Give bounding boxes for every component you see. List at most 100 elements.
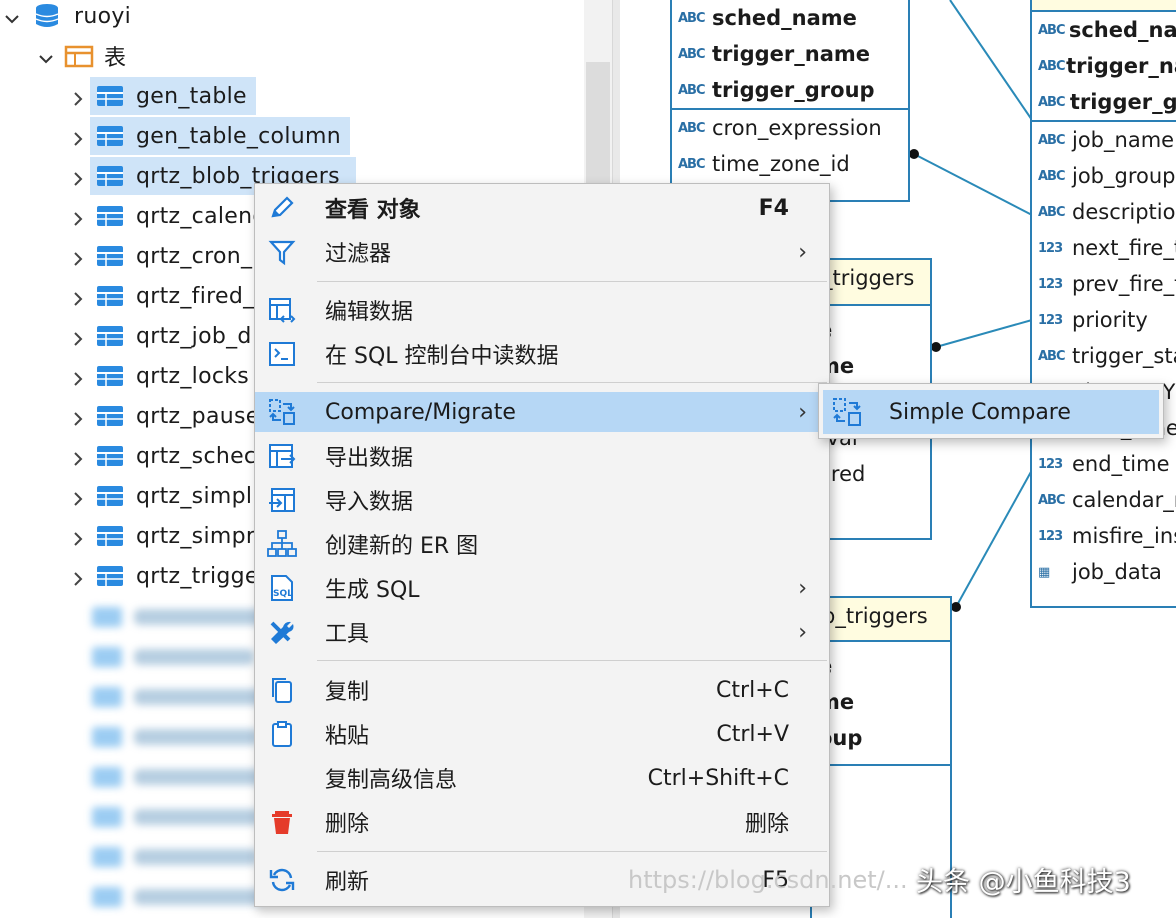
string-type-icon: ABC	[1038, 348, 1066, 364]
table-name: qrtz_cron_	[136, 243, 253, 269]
er-column-name: cron_expression	[712, 116, 882, 140]
menu-item[interactable]: 粘贴 Ctrl+V	[255, 714, 829, 754]
er-key-column[interactable]: ABC trigger_na	[1032, 48, 1176, 84]
menu-separator	[317, 382, 827, 383]
tree-node-table[interactable]: qrtz_locks	[70, 356, 249, 396]
chevron-right-icon[interactable]	[70, 528, 86, 546]
tree-node-tables-folder[interactable]: 表	[38, 36, 126, 76]
chevron-right-icon[interactable]	[70, 408, 86, 426]
er-key-column[interactable]: oup	[812, 720, 950, 756]
er-key-column[interactable]: e	[812, 648, 950, 684]
tree-node-table[interactable]: qrtz_simpr	[70, 516, 255, 556]
er-column[interactable]: ABC calendar_r	[1032, 482, 1176, 518]
simple-compare-label: Simple Compare	[889, 399, 1071, 425]
chevron-right-icon[interactable]	[70, 328, 86, 346]
er-key-column[interactable]: ABC trigger_group	[672, 72, 908, 108]
tree-node-table[interactable]: qrtz_pause	[70, 396, 260, 436]
simple-compare-item[interactable]: Simple Compare	[823, 390, 1159, 434]
table-name: qrtz_fired_	[136, 283, 255, 309]
er-column[interactable]: ABC time_zone_id	[672, 146, 908, 182]
chevron-down-icon[interactable]	[38, 48, 54, 64]
er-column[interactable]: 123 priority	[1032, 302, 1176, 338]
er-key-column[interactable]: me	[812, 684, 950, 720]
er-column-name: job_data	[1072, 560, 1162, 584]
tree-node-table[interactable]: gen_table	[70, 76, 247, 116]
menu-item[interactable]: 过滤器 ›	[255, 232, 829, 272]
chevron-right-icon[interactable]	[70, 288, 86, 306]
er-table-triggers[interactable]: ABCsched_narABCtrigger_naABCtrigger_gr A…	[1030, 0, 1176, 608]
er-column[interactable]: ▦ job_data	[1032, 554, 1176, 590]
chevron-right-icon[interactable]	[70, 568, 86, 586]
er-column[interactable]: 123 prev_fire_t	[1032, 266, 1176, 302]
er-key-column[interactable]: ABCtrigger_gr	[1032, 84, 1176, 120]
blurred-table-row	[92, 726, 259, 748]
tree-node-table[interactable]: qrtz_schec	[70, 436, 256, 476]
er-column[interactable]: ABC descriptio	[1032, 194, 1176, 230]
blurred-table-row	[92, 806, 260, 828]
menu-item-label: 删除	[325, 812, 370, 837]
menu-item[interactable]: 复制 Ctrl+C	[255, 670, 829, 710]
menu-item[interactable]: 查看 对象 F4	[255, 188, 829, 228]
tree-node-table[interactable]: qrtz_calend	[70, 196, 267, 236]
chevron-right-icon[interactable]	[70, 88, 86, 106]
numeric-type-icon: 123	[1038, 312, 1063, 328]
er-column[interactable]: ABC cron_expression	[672, 110, 908, 146]
tree-node-table[interactable]: gen_table_column	[70, 116, 341, 156]
er-column[interactable]: ABC trigger_sta	[1032, 338, 1176, 374]
tree-node-table[interactable]: qrtz_trigge	[70, 556, 259, 596]
string-type-icon: ABC	[678, 156, 706, 172]
menu-item[interactable]: 复制高级信息 Ctrl+Shift+C	[255, 758, 829, 798]
tree-node-table[interactable]: qrtz_job_d	[70, 316, 252, 356]
menu-item-label: 生成 SQL	[325, 578, 420, 603]
er-column-name: end_time	[1072, 452, 1170, 476]
export-icon	[267, 442, 297, 470]
string-type-icon: ABC	[1038, 168, 1066, 184]
refresh-icon	[267, 866, 297, 894]
menu-item[interactable]: 工具 ›	[255, 612, 829, 652]
menu-item[interactable]: 编辑数据	[255, 290, 829, 330]
er-column[interactable]: ABC job_group	[1032, 158, 1176, 194]
numeric-type-icon: 123	[1038, 456, 1063, 472]
er-column-name: time_zone_id	[712, 152, 850, 176]
table-icon	[96, 205, 124, 227]
er-column[interactable]: ABC job_name	[1032, 122, 1176, 158]
tree-node-database[interactable]: ruoyi	[4, 0, 131, 36]
er-key-column[interactable]: ABCsched_nar	[1032, 12, 1176, 48]
menu-item[interactable]: 删除 删除	[255, 802, 829, 842]
chevron-right-icon[interactable]	[70, 248, 86, 266]
tree-node-table[interactable]: qrtz_fired_	[70, 276, 254, 316]
chevron-right-icon[interactable]	[70, 448, 86, 466]
er-column-name: next_fire_t	[1072, 236, 1176, 260]
menu-item[interactable]: 在 SQL 控制台中读数据	[255, 334, 829, 374]
numeric-type-icon: 123	[1038, 240, 1063, 256]
blurred-table-row	[92, 606, 264, 628]
submenu-arrow-icon: ›	[798, 575, 807, 601]
chevron-right-icon[interactable]	[70, 208, 86, 226]
er-table-cron-triggers[interactable]: ABC sched_name ABC trigger_name ABC trigger_g…	[670, 0, 910, 202]
menu-item[interactable]: 导入数据	[255, 480, 829, 520]
edit-data-icon	[267, 296, 297, 324]
menu-item[interactable]: 创建新的 ER 图	[255, 524, 829, 564]
menu-item[interactable]: Compare/Migrate ›	[255, 392, 829, 432]
menu-item[interactable]: 导出数据	[255, 436, 829, 476]
tree-node-table[interactable]: qrtz_simpl	[70, 476, 252, 516]
menu-item-label: 刷新	[325, 870, 370, 895]
er-column[interactable]: 123 misfire_ins	[1032, 518, 1176, 554]
compare-submenu: Simple Compare	[818, 383, 1164, 439]
menu-item-label: 过滤器	[325, 242, 392, 267]
chevron-right-icon[interactable]	[70, 488, 86, 506]
menu-item[interactable]: SQL 生成 SQL ›	[255, 568, 829, 608]
terminal-icon	[267, 340, 297, 368]
chevron-right-icon[interactable]	[70, 368, 86, 386]
tree-node-table[interactable]: qrtz_cron_	[70, 236, 252, 276]
chevron-right-icon[interactable]	[70, 128, 86, 146]
er-key-column[interactable]: ABC trigger_name	[672, 36, 908, 72]
er-key-column[interactable]: ABC sched_name	[672, 0, 908, 36]
er-column[interactable]: 123 next_fire_t	[1032, 230, 1176, 266]
chevron-down-icon[interactable]	[4, 8, 20, 24]
er-column-name: trigger_name	[712, 42, 871, 66]
chevron-right-icon[interactable]	[70, 168, 86, 186]
table-icon	[96, 245, 124, 267]
table-icon	[96, 285, 124, 307]
er-column[interactable]: 123 end_time	[1032, 446, 1176, 482]
